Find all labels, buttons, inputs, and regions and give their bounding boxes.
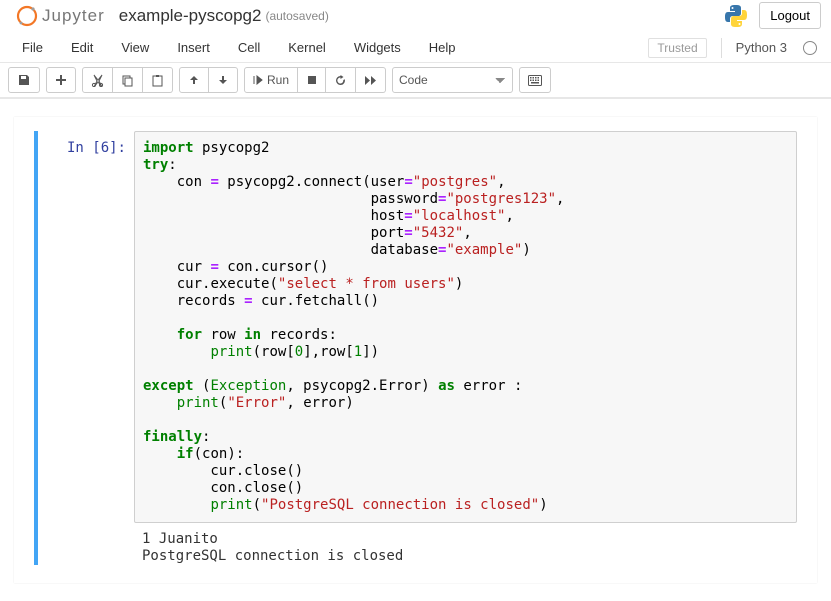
menu-view[interactable]: View — [107, 34, 163, 61]
python-kernel-icon — [723, 3, 749, 29]
restart-icon — [334, 74, 347, 87]
code-cell[interactable]: In [6]: import psycopg2 try: con = psyco… — [34, 131, 797, 565]
arrow-up-icon — [188, 74, 200, 86]
keyboard-icon — [528, 75, 542, 86]
cut-icon — [91, 74, 104, 87]
jupyter-icon — [16, 5, 38, 27]
restart-button[interactable] — [326, 67, 356, 93]
menu-help[interactable]: Help — [415, 34, 470, 61]
logout-button[interactable]: Logout — [759, 2, 821, 29]
paste-button[interactable] — [143, 67, 173, 93]
output-prompt — [38, 523, 134, 565]
menubar: FileEditViewInsertCellKernelWidgetsHelp … — [0, 33, 831, 63]
cell-type-select[interactable]: CodeMarkdownRaw NBConvertHeading — [392, 67, 513, 93]
trusted-indicator[interactable]: Trusted — [648, 38, 706, 58]
run-button[interactable]: Run — [244, 67, 298, 93]
copy-button[interactable] — [113, 67, 143, 93]
notebook-container: In [6]: import psycopg2 try: con = psyco… — [14, 117, 817, 583]
kernel-status-icon — [803, 41, 817, 55]
code-input-area[interactable]: import psycopg2 try: con = psycopg2.conn… — [134, 131, 797, 523]
command-palette-button[interactable] — [519, 67, 551, 93]
add-cell-button[interactable] — [46, 67, 76, 93]
menu-insert[interactable]: Insert — [163, 34, 224, 61]
autosave-status: (autosaved) — [265, 9, 328, 23]
cut-button[interactable] — [82, 67, 113, 93]
kernel-name[interactable]: Python 3 — [726, 35, 797, 60]
menu-widgets[interactable]: Widgets — [340, 34, 415, 61]
copy-icon — [121, 74, 134, 87]
fast-forward-icon — [364, 75, 377, 86]
menu-edit[interactable]: Edit — [57, 34, 107, 61]
menu-kernel[interactable]: Kernel — [274, 34, 340, 61]
run-icon — [253, 75, 263, 85]
save-button[interactable] — [8, 67, 40, 93]
stop-icon — [307, 75, 317, 85]
save-icon — [17, 73, 31, 87]
toolbar: Run CodeMarkdownRaw NBConvertHeading — [0, 63, 831, 98]
output-area: 1 Juanito PostgreSQL connection is close… — [134, 523, 797, 565]
menu-cell[interactable]: Cell — [224, 34, 274, 61]
restart-run-all-button[interactable] — [356, 67, 386, 93]
logo-text: Jupyter — [42, 6, 105, 26]
run-label: Run — [267, 73, 289, 87]
plus-icon — [55, 74, 67, 86]
divider — [721, 38, 722, 58]
move-up-button[interactable] — [179, 67, 209, 93]
menu-file[interactable]: File — [8, 34, 57, 61]
input-prompt: In [6]: — [38, 131, 134, 523]
jupyter-logo[interactable]: Jupyter — [16, 5, 105, 27]
interrupt-button[interactable] — [298, 67, 326, 93]
arrow-down-icon — [217, 74, 229, 86]
move-down-button[interactable] — [209, 67, 238, 93]
notebook-name[interactable]: example-pyscopg2 — [119, 6, 262, 26]
paste-icon — [151, 74, 164, 87]
